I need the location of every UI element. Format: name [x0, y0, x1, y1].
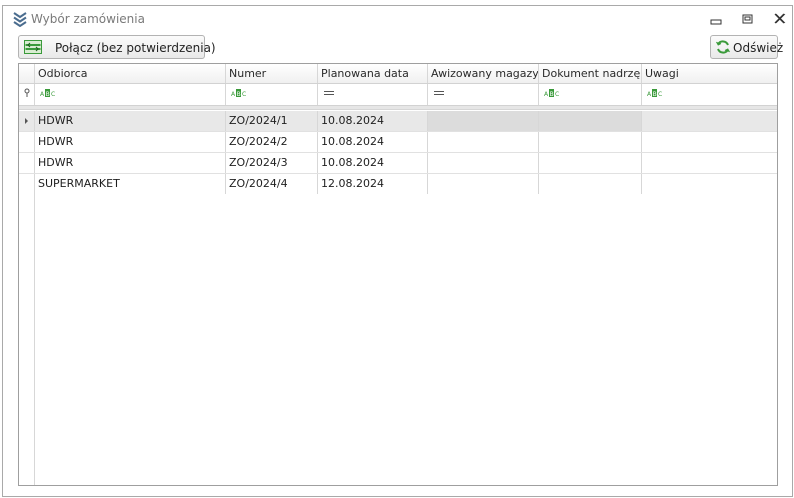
cell-dokument-nadrzedny[interactable] [539, 153, 642, 173]
cell-dokument-nadrzedny[interactable] [539, 111, 642, 131]
cell-awizowany-magazyn[interactable] [428, 174, 539, 194]
title-bar: Wybór zamówienia [3, 6, 792, 33]
header-separator [19, 106, 777, 110]
grid-empty-area[interactable] [19, 194, 777, 485]
svg-text:C: C [51, 91, 55, 98]
cell-dokument-nadrzedny[interactable] [539, 174, 642, 194]
orders-grid[interactable]: Odbiorca Numer Planowana data Awizowany … [18, 63, 778, 486]
connect-button-label: Połącz (bez potwierdzenia) [55, 41, 216, 55]
refresh-icon [715, 39, 731, 58]
cell-odbiorca[interactable]: HDWR [35, 132, 226, 152]
column-header-uwagi[interactable]: Uwagi [642, 64, 777, 83]
restore-icon [738, 11, 758, 27]
svg-text:B: B [653, 91, 657, 98]
cell-numer[interactable]: ZO/2024/3 [226, 153, 318, 173]
svg-text:B: B [46, 91, 50, 98]
filter-row-indicator [19, 84, 35, 105]
refresh-button[interactable]: Odśwież [710, 35, 783, 59]
cell-uwagi[interactable] [642, 153, 777, 173]
column-header-numer[interactable]: Numer [226, 64, 318, 83]
cell-planowana-data[interactable]: 10.08.2024 [318, 111, 428, 131]
cell-awizowany-magazyn[interactable] [428, 111, 539, 131]
text-filter-icon: ABC [544, 88, 560, 101]
minimize-icon [706, 11, 726, 27]
table-row[interactable]: HDWR ZO/2024/1 10.08.2024 [19, 111, 777, 132]
cell-numer[interactable]: ZO/2024/1 [226, 111, 318, 131]
column-header-awizowany-magazyn[interactable]: Awizowany magazy… [428, 64, 539, 83]
filter-cell-odbiorca[interactable]: ABC [35, 84, 226, 105]
chevrons-down-icon [12, 11, 28, 28]
indicator-column [19, 194, 35, 485]
svg-text:B: B [237, 91, 241, 98]
column-header-dokument-nadrzedny[interactable]: Dokument nadrzę… [539, 64, 642, 83]
cell-awizowany-magazyn[interactable] [428, 132, 539, 152]
table-merge-icon [24, 40, 42, 57]
connect-button[interactable]: Połącz (bez potwierdzenia) [18, 35, 216, 59]
window-title: Wybór zamówienia [31, 12, 145, 26]
refresh-button-label: Odśwież [733, 41, 784, 55]
cell-awizowany-magazyn[interactable] [428, 153, 539, 173]
text-filter-icon: ABC [40, 88, 56, 101]
svg-text:C: C [658, 91, 662, 98]
cell-numer[interactable]: ZO/2024/4 [226, 174, 318, 194]
column-header-odbiorca[interactable]: Odbiorca [35, 64, 226, 83]
table-row[interactable]: HDWR ZO/2024/3 10.08.2024 [19, 153, 777, 174]
filter-row: ABC ABC ABC ABC [19, 84, 777, 106]
close-button[interactable] [770, 11, 790, 27]
svg-text:B: B [550, 91, 554, 98]
filter-cell-uwagi[interactable]: ABC [642, 84, 777, 105]
svg-text:C: C [555, 91, 559, 98]
header-indicator [19, 64, 35, 83]
cell-numer[interactable]: ZO/2024/2 [226, 132, 318, 152]
filter-cell-numer[interactable]: ABC [226, 84, 318, 105]
cell-dokument-nadrzedny[interactable] [539, 132, 642, 152]
cell-planowana-data[interactable]: 10.08.2024 [318, 132, 428, 152]
minimize-button[interactable] [706, 11, 726, 27]
equals-filter-icon [323, 88, 335, 101]
restore-button[interactable] [738, 11, 758, 27]
svg-text:A: A [40, 91, 45, 98]
cell-uwagi[interactable] [642, 111, 777, 131]
row-indicator [19, 111, 35, 131]
text-filter-icon: ABC [647, 88, 663, 101]
current-row-arrow-icon [24, 118, 30, 131]
cell-odbiorca[interactable]: SUPERMARKET [35, 174, 226, 194]
table-row[interactable]: SUPERMARKET ZO/2024/4 12.08.2024 [19, 174, 777, 195]
cell-planowana-data[interactable]: 12.08.2024 [318, 174, 428, 194]
equals-filter-icon [433, 88, 445, 101]
filter-pin-icon [23, 88, 31, 101]
column-header-planowana-data[interactable]: Planowana data [318, 64, 428, 83]
filter-cell-awizowany-magazyn[interactable] [428, 84, 539, 105]
row-indicator [19, 174, 35, 194]
filter-cell-planowana-data[interactable] [318, 84, 428, 105]
row-indicator [19, 153, 35, 173]
cell-planowana-data[interactable]: 10.08.2024 [318, 153, 428, 173]
row-indicator [19, 132, 35, 152]
close-icon [770, 11, 790, 27]
cell-odbiorca[interactable]: HDWR [35, 153, 226, 173]
svg-text:A: A [544, 91, 549, 98]
filter-cell-dokument-nadrzedny[interactable]: ABC [539, 84, 642, 105]
text-filter-icon: ABC [231, 88, 247, 101]
svg-text:A: A [647, 91, 652, 98]
cell-uwagi[interactable] [642, 132, 777, 152]
svg-text:A: A [231, 91, 236, 98]
grid-header: Odbiorca Numer Planowana data Awizowany … [19, 64, 777, 84]
cell-odbiorca[interactable]: HDWR [35, 111, 226, 131]
svg-text:C: C [242, 91, 246, 98]
table-row[interactable]: HDWR ZO/2024/2 10.08.2024 [19, 132, 777, 153]
cell-uwagi[interactable] [642, 174, 777, 194]
